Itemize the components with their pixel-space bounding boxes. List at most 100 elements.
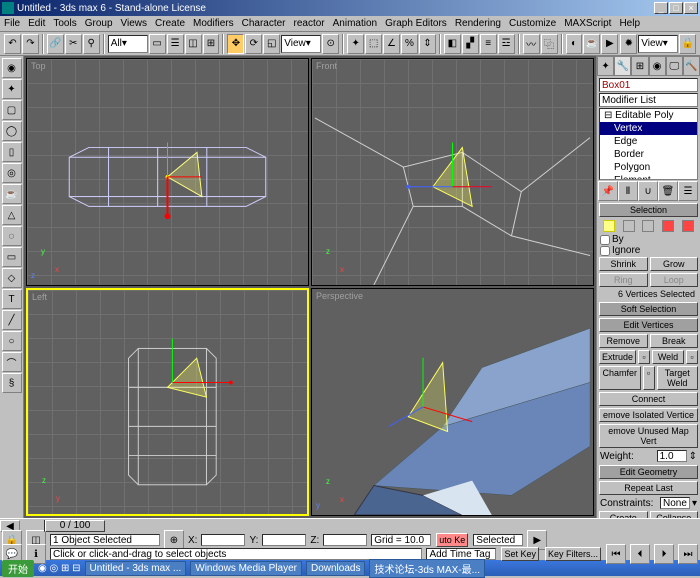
arc-icon[interactable]: ⌒	[2, 352, 22, 372]
extrude-settings-button[interactable]: ▫	[638, 350, 650, 364]
menu-grapheditors[interactable]: Graph Editors	[385, 18, 447, 29]
edit-vertices-rollout[interactable]: Edit Vertices	[599, 318, 698, 332]
task-downloads[interactable]: Downloads	[306, 561, 365, 576]
break-button[interactable]: Break	[650, 334, 699, 348]
menu-reactor[interactable]: reactor	[294, 18, 325, 29]
modifier-stack[interactable]: Editable Poly Vertex Edge Border Polygon…	[599, 108, 698, 180]
manipulate-button[interactable]: ✦	[347, 34, 364, 54]
align-button[interactable]: ≡	[480, 34, 497, 54]
by-checkbox[interactable]	[600, 235, 610, 245]
named-sel-button[interactable]: ◧	[444, 34, 461, 54]
hierarchy-tab[interactable]: ⊞	[631, 56, 648, 76]
angle-snap-button[interactable]: ∠	[383, 34, 400, 54]
select-region-button[interactable]: ◫	[185, 34, 202, 54]
sel-border-icon[interactable]	[642, 220, 654, 232]
cone-icon[interactable]: △	[2, 205, 22, 225]
hedra-icon[interactable]: ◇	[2, 268, 22, 288]
layers-button[interactable]: ☲	[498, 34, 515, 54]
tube-icon[interactable]: ◌	[2, 226, 22, 246]
snap-button[interactable]: ⬚	[365, 34, 382, 54]
view-combo[interactable]: View ▾	[638, 35, 678, 53]
reactor-icon[interactable]: ✹	[620, 34, 637, 54]
remove-button[interactable]: Remove	[599, 334, 648, 348]
sel-element-icon[interactable]	[682, 220, 694, 232]
quick-render-button[interactable]: ▶	[601, 34, 618, 54]
goto-end-icon[interactable]: ⏭	[678, 544, 698, 564]
chamfer-button[interactable]: Chamfer	[599, 366, 641, 390]
mirror-button[interactable]: ▞	[462, 34, 479, 54]
object-name-field[interactable]: Box01	[599, 78, 698, 92]
start-button[interactable]: 开始	[2, 560, 34, 577]
menu-tools[interactable]: Tools	[53, 18, 76, 29]
y-field[interactable]	[262, 534, 306, 546]
maximize-button[interactable]: □	[669, 2, 683, 14]
shrink-button[interactable]: Shrink	[599, 257, 648, 271]
z-field[interactable]	[323, 534, 367, 546]
display-tab[interactable]: 🖵	[666, 56, 683, 76]
menu-rendering[interactable]: Rendering	[455, 18, 501, 29]
stack-edge[interactable]: Edge	[600, 135, 697, 148]
percent-snap-button[interactable]: %	[401, 34, 418, 54]
soft-selection-rollout[interactable]: Soft Selection	[599, 302, 698, 316]
time-slider[interactable]: 0 / 100	[45, 520, 105, 532]
torus-icon[interactable]: ◎	[2, 163, 22, 183]
close-button[interactable]: ×	[684, 2, 698, 14]
task-forum[interactable]: 技术论坛-3ds MAX-最...	[369, 559, 485, 578]
move-button[interactable]: ✥	[227, 34, 244, 54]
show-end-icon[interactable]: Ⅱ	[618, 181, 638, 201]
loop-button[interactable]: Loop	[650, 273, 699, 287]
select-button[interactable]: ▭	[149, 34, 166, 54]
chamfer-settings-button[interactable]: ▫	[643, 366, 655, 390]
plane-icon[interactable]: ▭	[2, 247, 22, 267]
tab-panel-icon[interactable]: ◉	[2, 58, 22, 78]
viewport-front[interactable]: Front zx	[311, 58, 594, 286]
box-icon[interactable]: ▢	[2, 100, 22, 120]
menu-customize[interactable]: Customize	[509, 18, 556, 29]
stack-editable-poly[interactable]: Editable Poly	[600, 109, 697, 122]
task-wmp[interactable]: Windows Media Player	[190, 561, 302, 576]
scale-button[interactable]: ◱	[263, 34, 280, 54]
menu-views[interactable]: Views	[121, 18, 148, 29]
configure-icon[interactable]: ☰	[678, 181, 698, 201]
weld-button[interactable]: Weld	[652, 350, 684, 364]
selection-filter[interactable]: All ▾	[108, 35, 148, 53]
rotate-button[interactable]: ⟳	[245, 34, 262, 54]
cylinder-icon[interactable]: ▯	[2, 142, 22, 162]
sel-edge-icon[interactable]	[623, 220, 635, 232]
menu-create[interactable]: Create	[155, 18, 185, 29]
quick-launch[interactable]: ◉ ◎ ⊞ ⊟	[38, 563, 81, 574]
pin-stack-icon[interactable]: 📌	[598, 181, 618, 201]
x-field[interactable]	[201, 534, 245, 546]
menu-group[interactable]: Group	[85, 18, 113, 29]
menu-character[interactable]: Character	[242, 18, 286, 29]
connect-button[interactable]: Connect	[599, 392, 698, 406]
viewport-top[interactable]: Top yxz	[26, 58, 309, 286]
bind-button[interactable]: ⚲	[83, 34, 100, 54]
schematic-button[interactable]: ⿻	[541, 34, 558, 54]
line-icon[interactable]: ╱	[2, 310, 22, 330]
unlink-button[interactable]: ✂	[65, 34, 82, 54]
menu-help[interactable]: Help	[619, 18, 640, 29]
stack-border[interactable]: Border	[600, 148, 697, 161]
menu-maxscript[interactable]: MAXScript	[564, 18, 611, 29]
window-crossing-button[interactable]: ⊞	[203, 34, 220, 54]
motion-tab[interactable]: ◉	[649, 56, 666, 76]
sphere-icon[interactable]: ◯	[2, 121, 22, 141]
stack-vertex[interactable]: Vertex	[600, 122, 697, 135]
sel-polygon-icon[interactable]	[662, 220, 674, 232]
collapse-button[interactable]: Collapse	[650, 511, 699, 518]
edit-geometry-rollout[interactable]: Edit Geometry	[599, 465, 698, 479]
select-name-button[interactable]: ☰	[167, 34, 184, 54]
weight-spinner[interactable]: 1.0	[657, 450, 687, 462]
create-tab-icon[interactable]: ✦	[2, 79, 22, 99]
menu-modifiers[interactable]: Modifiers	[193, 18, 234, 29]
set-key-button[interactable]: Set Key	[501, 547, 539, 561]
repeat-last-button[interactable]: Repeat Last	[599, 481, 698, 495]
link-button[interactable]: 🔗	[47, 34, 64, 54]
curve-editor-button[interactable]: 〰	[523, 34, 540, 54]
menu-animation[interactable]: Animation	[333, 18, 377, 29]
weight-spinner-arrows[interactable]: ⇕	[689, 451, 697, 462]
target-weld-button[interactable]: Target Weld	[657, 366, 699, 390]
ignore-checkbox[interactable]	[600, 246, 610, 256]
create-tab[interactable]: ✦	[597, 56, 614, 76]
